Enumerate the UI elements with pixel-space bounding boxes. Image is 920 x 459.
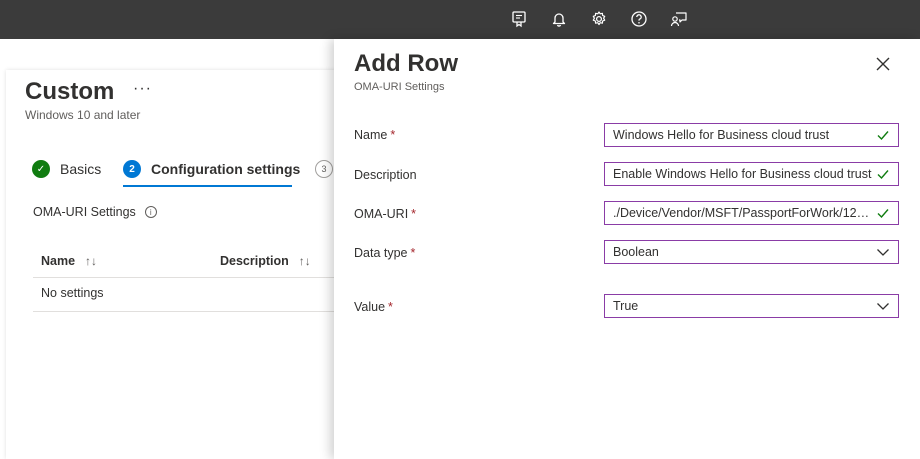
- column-header-name[interactable]: Name ↑↓: [41, 254, 97, 268]
- top-bar: [0, 0, 920, 39]
- name-label: Name *: [354, 128, 395, 142]
- value-label: Value *: [354, 300, 393, 314]
- check-icon: ✓: [32, 160, 50, 178]
- blade-title: Custom: [25, 78, 115, 105]
- grid-divider: [33, 311, 346, 312]
- required-marker: *: [411, 207, 417, 221]
- oma-uri-settings-label: OMA-URI Settings i: [33, 205, 157, 219]
- name-input[interactable]: Windows Hello for Business cloud trust: [604, 123, 899, 147]
- settings-grid-header: Name ↑↓ Description ↑↓: [33, 242, 346, 278]
- help-icon[interactable]: [628, 8, 650, 30]
- required-marker: *: [390, 128, 396, 142]
- column-label: Description: [220, 254, 289, 268]
- info-icon[interactable]: i: [144, 206, 157, 218]
- data-type-dropdown[interactable]: Boolean: [604, 240, 899, 264]
- section-label: OMA-URI Settings: [33, 205, 136, 219]
- checkmark-icon: [877, 170, 889, 180]
- step-label: Configuration settings: [151, 161, 301, 177]
- chevron-down-icon: [877, 249, 889, 256]
- label-text: Value: [354, 300, 386, 314]
- panel-title: Add Row: [354, 50, 458, 77]
- label-text: Data type: [354, 246, 408, 260]
- sort-icon[interactable]: ↑↓: [299, 254, 311, 268]
- oma-uri-input[interactable]: ./Device/Vendor/MSFT/PassportForWork/123…: [604, 201, 899, 225]
- gear-icon[interactable]: [588, 8, 610, 30]
- person-feedback-icon[interactable]: [668, 8, 690, 30]
- selected-value: Boolean: [613, 245, 659, 259]
- add-row-panel: Add Row OMA-URI Settings Name * Windows H…: [334, 39, 920, 459]
- checkmark-icon: [877, 131, 889, 141]
- required-marker: *: [388, 300, 393, 314]
- empty-grid-message: No settings: [41, 286, 104, 300]
- wizard-steps: ✓ Basics 2 Configuration settings 3: [32, 160, 352, 184]
- input-value: ./Device/Vendor/MSFT/PassportForWork/123…: [613, 206, 872, 220]
- oma-uri-label: OMA-URI *: [354, 207, 416, 221]
- step-basics[interactable]: ✓ Basics: [32, 160, 101, 178]
- step-number: 3: [315, 160, 333, 178]
- selected-value: True: [613, 299, 639, 313]
- description-label: Description: [354, 168, 417, 182]
- active-step-indicator: [123, 185, 292, 187]
- more-options-button[interactable]: ···: [133, 80, 152, 98]
- data-type-label: Data type *: [354, 246, 415, 260]
- column-label: Name: [41, 254, 76, 268]
- value-dropdown[interactable]: True: [604, 294, 899, 318]
- bell-icon[interactable]: [548, 8, 570, 30]
- custom-profile-blade: Custom ··· Windows 10 and later ✓ Basics…: [6, 70, 346, 459]
- step-number: 2: [123, 160, 141, 178]
- sort-icon[interactable]: ↑↓: [85, 254, 97, 268]
- required-marker: *: [410, 246, 416, 260]
- step-configuration-settings[interactable]: 2 Configuration settings: [123, 160, 300, 178]
- input-value: Windows Hello for Business cloud trust: [613, 128, 830, 142]
- column-header-description[interactable]: Description ↑↓: [220, 254, 311, 268]
- description-input[interactable]: Enable Windows Hello for Business cloud …: [604, 162, 899, 186]
- blade-subtitle: Windows 10 and later: [25, 108, 141, 122]
- step-label: Basics: [60, 161, 102, 177]
- label-text: Name: [354, 128, 388, 142]
- close-icon[interactable]: [874, 55, 892, 73]
- input-value: Enable Windows Hello for Business cloud …: [613, 167, 872, 181]
- checkmark-icon: [877, 209, 889, 219]
- label-text: OMA-URI: [354, 207, 409, 221]
- panel-subtitle: OMA-URI Settings: [354, 81, 445, 93]
- label-text: Description: [354, 168, 417, 182]
- feedback-device-icon[interactable]: [508, 8, 530, 30]
- chevron-down-icon: [877, 303, 889, 310]
